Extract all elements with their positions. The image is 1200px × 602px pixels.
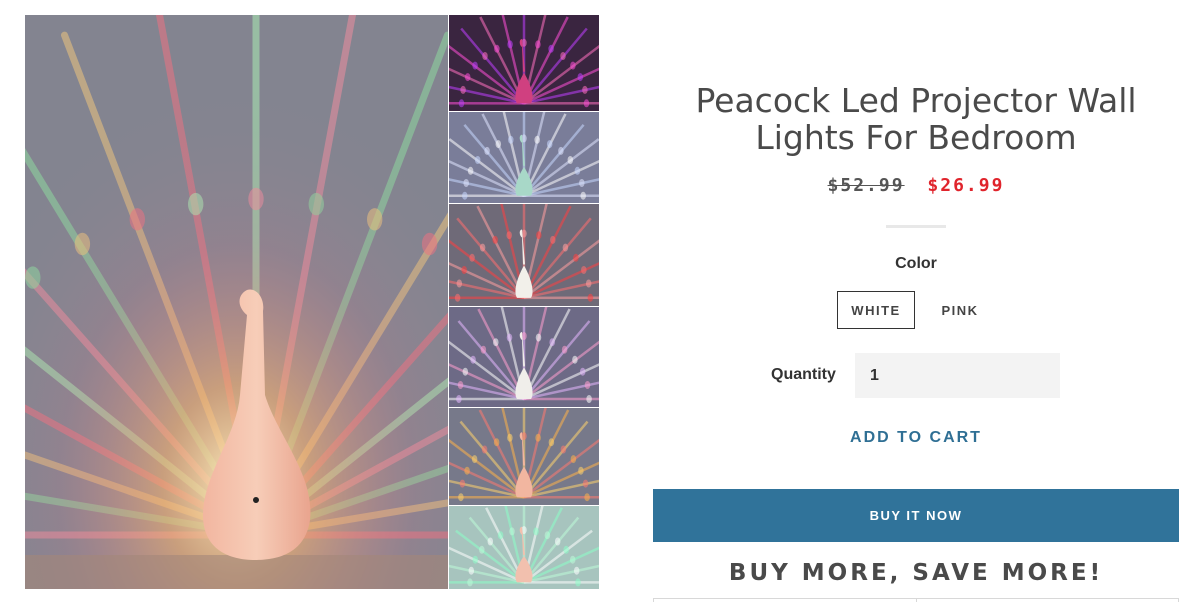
add-to-cart-button[interactable]: ADD TO CART (653, 426, 1179, 450)
divider (886, 225, 946, 228)
price-row: $52.99 $26.99 (653, 175, 1179, 196)
sale-price: $26.99 (927, 175, 1005, 196)
product-info-panel: Peacock Led Projector Wall Lights For Be… (653, 0, 1179, 602)
quantity-input[interactable] (855, 353, 1060, 398)
thumbnail-2[interactable] (449, 112, 599, 203)
promo-heading: BUY MORE, SAVE MORE! (728, 560, 1104, 586)
thumbnail-5[interactable] (449, 408, 599, 505)
thumbnail-3[interactable] (449, 204, 599, 306)
thumbnail-6[interactable] (449, 506, 599, 589)
thumbnail-strip (449, 15, 599, 589)
main-product-image[interactable] (25, 15, 448, 589)
color-option-white[interactable]: WHITE (837, 291, 915, 329)
promo-table (653, 598, 1179, 602)
thumbnail-1[interactable] (449, 15, 599, 111)
original-price: $52.99 (827, 175, 905, 196)
quantity-label: Quantity (771, 366, 836, 383)
color-label: Color (895, 255, 937, 272)
thumbnail-4[interactable] (449, 307, 599, 407)
color-option-pink[interactable]: PINK (923, 291, 997, 329)
product-title: Peacock Led Projector Wall Lights For Be… (695, 81, 1137, 157)
buy-it-now-button[interactable]: BUY IT NOW (653, 489, 1179, 542)
